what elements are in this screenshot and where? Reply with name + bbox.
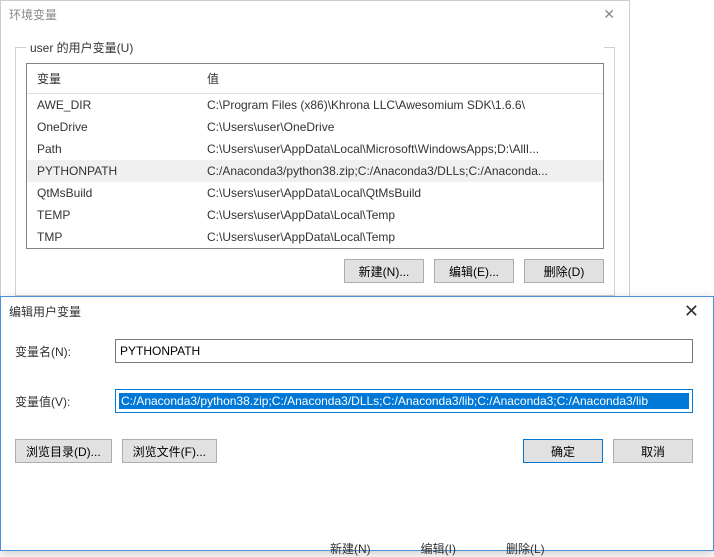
- sys-edit-button[interactable]: 编辑(I): [411, 540, 466, 557]
- var-value-cell: C:\Users\user\AppData\Local\Microsoft\Wi…: [197, 138, 603, 160]
- table-row[interactable]: PathC:\Users\user\AppData\Local\Microsof…: [27, 138, 603, 160]
- var-value-cell: C:\Users\user\OneDrive: [197, 116, 603, 138]
- var-value-row: 变量值(V): C:/Anaconda3/python38.zip;C:/Ana…: [15, 389, 693, 413]
- var-value-input[interactable]: C:/Anaconda3/python38.zip;C:/Anaconda3/D…: [115, 389, 693, 413]
- var-name-label: 变量名(N):: [15, 343, 115, 360]
- user-vars-fieldset: user 的用户变量(U) 变量 值 AWE_DIRC:\Program Fil…: [15, 47, 615, 296]
- user-vars-buttons: 新建(N)... 编辑(E)... 删除(D): [26, 259, 604, 283]
- browse-dir-button[interactable]: 浏览目录(D)...: [15, 439, 112, 463]
- var-value-cell: C:\Users\user\AppData\Local\Temp: [197, 204, 603, 226]
- table-row[interactable]: AWE_DIRC:\Program Files (x86)\Khrona LLC…: [27, 94, 603, 117]
- var-name-cell: TMP: [27, 226, 197, 248]
- table-header-row[interactable]: 变量 值: [27, 64, 603, 94]
- table-row[interactable]: TMPC:\Users\user\AppData\Local\Temp: [27, 226, 603, 248]
- col-value[interactable]: 值: [197, 64, 603, 94]
- var-name-cell: QtMsBuild: [27, 182, 197, 204]
- sys-delete-button[interactable]: 删除(L): [496, 540, 555, 557]
- dialog2-title: 编辑用户变量: [9, 303, 81, 320]
- ok-button[interactable]: 确定: [523, 439, 603, 463]
- var-value-label: 变量值(V):: [15, 393, 115, 410]
- table-row[interactable]: QtMsBuildC:\Users\user\AppData\Local\QtM…: [27, 182, 603, 204]
- new-button[interactable]: 新建(N)...: [344, 259, 424, 283]
- table-row[interactable]: PYTHONPATHC:/Anaconda3/python38.zip;C:/A…: [27, 160, 603, 182]
- close-icon[interactable]: ✕: [678, 301, 705, 322]
- var-name-cell: AWE_DIR: [27, 94, 197, 117]
- dialog2-body: 变量名(N): 变量值(V): C:/Anaconda3/python38.zi…: [1, 325, 713, 481]
- partially-obscured-buttons: 新建(N) 编辑(I) 删除(L): [320, 540, 555, 557]
- var-name-cell: PYTHONPATH: [27, 160, 197, 182]
- table-row[interactable]: OneDriveC:\Users\user\OneDrive: [27, 116, 603, 138]
- edit-user-var-dialog: 编辑用户变量 ✕ 变量名(N): 变量值(V): C:/Anaconda3/py…: [0, 296, 714, 551]
- var-value-cell: C:/Anaconda3/python38.zip;C:/Anaconda3/D…: [197, 160, 603, 182]
- dialog-titlebar: 环境变量 ✕: [1, 1, 629, 27]
- edit-button[interactable]: 编辑(E)...: [434, 259, 514, 283]
- var-name-row: 变量名(N):: [15, 339, 693, 363]
- var-name-cell: OneDrive: [27, 116, 197, 138]
- browse-file-button[interactable]: 浏览文件(F)...: [122, 439, 217, 463]
- dialog-title: 环境变量: [9, 6, 57, 23]
- sys-new-button[interactable]: 新建(N): [320, 540, 381, 557]
- cancel-button[interactable]: 取消: [613, 439, 693, 463]
- var-value-cell: C:\Users\user\AppData\Local\Temp: [197, 226, 603, 248]
- dialog-body: user 的用户变量(U) 变量 值 AWE_DIRC:\Program Fil…: [1, 27, 629, 306]
- table-row[interactable]: TEMPC:\Users\user\AppData\Local\Temp: [27, 204, 603, 226]
- var-value-selected-text: C:/Anaconda3/python38.zip;C:/Anaconda3/D…: [119, 393, 689, 409]
- user-vars-legend: user 的用户变量(U): [26, 39, 604, 56]
- var-name-cell: TEMP: [27, 204, 197, 226]
- dialog2-titlebar: 编辑用户变量 ✕: [1, 297, 713, 325]
- user-vars-table[interactable]: 变量 值 AWE_DIRC:\Program Files (x86)\Khron…: [26, 63, 604, 249]
- var-value-cell: C:\Program Files (x86)\Khrona LLC\Awesom…: [197, 94, 603, 117]
- dialog2-buttons: 浏览目录(D)... 浏览文件(F)... 确定 取消: [15, 439, 693, 467]
- col-variable[interactable]: 变量: [27, 64, 197, 94]
- delete-button[interactable]: 删除(D): [524, 259, 604, 283]
- close-icon[interactable]: ✕: [597, 6, 621, 23]
- var-name-cell: Path: [27, 138, 197, 160]
- var-value-cell: C:\Users\user\AppData\Local\QtMsBuild: [197, 182, 603, 204]
- var-name-input[interactable]: [115, 339, 693, 363]
